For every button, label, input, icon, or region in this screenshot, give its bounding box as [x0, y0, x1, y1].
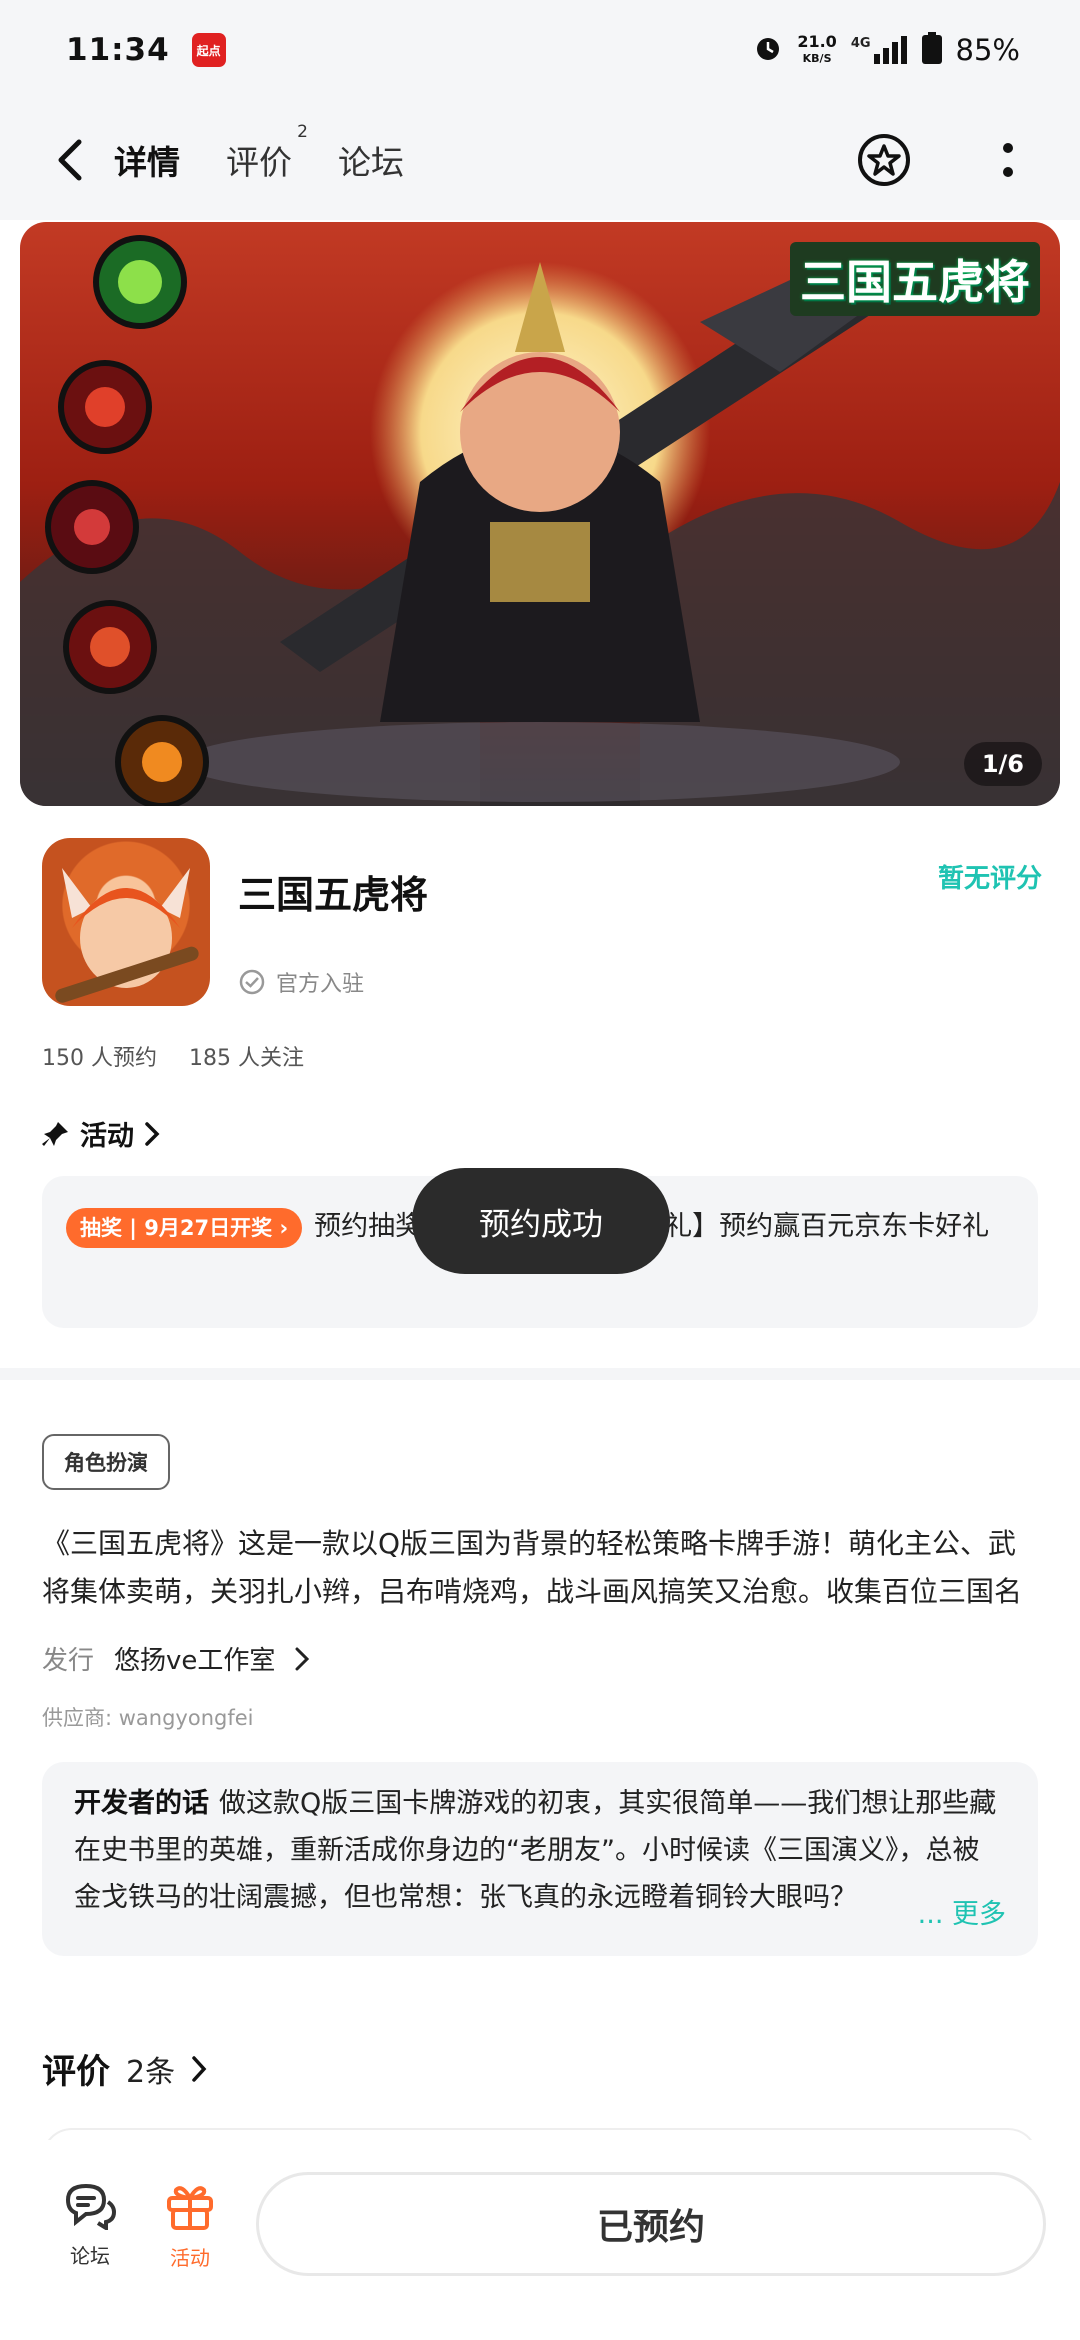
- tab-reviews[interactable]: 评价 2: [226, 122, 308, 184]
- official-badge: 官方入驻: [238, 966, 364, 998]
- supplier-info: 供应商: wangyongfei: [42, 1706, 254, 1730]
- lottery-date: 9月27日开奖: [144, 1215, 273, 1240]
- back-arrow-icon: [58, 139, 82, 181]
- tab-reviews-label: 评价: [226, 143, 292, 182]
- network-speed: 21.0 KB/S: [797, 34, 836, 66]
- tab-details[interactable]: 详情: [110, 136, 184, 184]
- verified-check-icon: [239, 969, 265, 995]
- developer-words-label: 开发者的话: [74, 1788, 209, 1819]
- lottery-badge: 抽奖 | 9月27日开奖 ›: [66, 1207, 303, 1248]
- activity-label: 活动: [170, 2246, 210, 2270]
- speed-unit: KB/S: [802, 52, 832, 65]
- more-link[interactable]: ... 更多: [911, 1891, 1006, 1938]
- back-button[interactable]: [40, 120, 100, 200]
- publisher-label: 发行: [42, 1646, 95, 1676]
- app-notification-icon: 起点: [191, 33, 226, 67]
- rating-status: 暂无评分: [937, 864, 1042, 894]
- battery-percent: 85%: [955, 33, 1020, 67]
- status-bar: 11:34 起点 21.0 KB/S 4G 85%: [0, 0, 1080, 100]
- tab-reviews-badge: 2: [297, 122, 308, 142]
- pin-icon: [42, 1121, 68, 1146]
- gift-icon: [167, 2186, 213, 2230]
- forum-label: 论坛: [70, 2244, 110, 2268]
- battery-icon: [921, 32, 942, 68]
- app-icon: [42, 838, 210, 1006]
- genre-tag[interactable]: 角色扮演: [42, 1434, 170, 1490]
- app-stats: 150 人预约 185 人关注: [42, 1040, 304, 1072]
- chevron-right-icon: [192, 2055, 207, 2082]
- activity-heading: 活动: [80, 1121, 134, 1152]
- signal-icon: 4G: [851, 36, 908, 64]
- tab-bar: 详情 评价 2 论坛: [110, 122, 404, 184]
- lottery-type: 抽奖: [80, 1215, 122, 1240]
- chevron-right-icon: [145, 1121, 160, 1146]
- reservation-count: 150 人预约: [42, 1046, 157, 1071]
- follower-count: 185 人关注: [189, 1046, 304, 1071]
- alarm-icon: [753, 33, 783, 67]
- reviews-count: 2条: [126, 2054, 176, 2090]
- speed-value: 21.0: [797, 32, 837, 51]
- chevron-right-icon: [295, 1647, 310, 1670]
- activity-header[interactable]: 活动: [42, 1114, 160, 1153]
- toast-message: 预约成功: [412, 1168, 670, 1274]
- game-description[interactable]: 《三国五虎将》这是一款以Q版三国为背景的轻松策略卡牌手游！萌化主公、武将集体卖萌…: [42, 1520, 1038, 1616]
- official-label: 官方入驻: [276, 972, 365, 997]
- tab-forum[interactable]: 论坛: [338, 136, 404, 184]
- reserved-button[interactable]: 已预约: [256, 2172, 1046, 2276]
- publisher-row[interactable]: 发行 悠扬ve工作室: [42, 1640, 310, 1677]
- developer-words-card[interactable]: 开发者的话 做这款Q版三国卡牌游戏的初衷，其实很简单——我们想让那些藏在史书里的英…: [42, 1762, 1038, 1956]
- section-divider: [0, 1368, 1080, 1380]
- screenshot-carousel[interactable]: 三国五虎将 1/6: [20, 222, 1060, 806]
- publisher-name: 悠扬ve工作室: [114, 1646, 276, 1676]
- more-label: 更多: [952, 1899, 1006, 1930]
- network-type: 4G: [850, 36, 871, 51]
- developer-words-text: 做这款Q版三国卡牌游戏的初衷，其实很简单——我们想让那些藏在史书里的英雄，重新活…: [74, 1788, 997, 1913]
- more-vertical-icon: [1003, 143, 1013, 177]
- app-info: 三国五虎将 官方入驻 暂无评分: [42, 838, 1042, 1008]
- reviews-title: 评价: [42, 2052, 110, 2092]
- top-navigation: 详情 评价 2 论坛: [0, 100, 1080, 220]
- more-options-button[interactable]: [976, 128, 1040, 192]
- star-icon: [858, 134, 910, 186]
- app-name: 三国五虎将: [238, 873, 429, 917]
- favorite-button[interactable]: [852, 128, 916, 192]
- activity-button[interactable]: 活动: [140, 2180, 240, 2271]
- forum-button[interactable]: 论坛: [40, 2180, 140, 2269]
- forum-chat-icon: [65, 2183, 117, 2230]
- reviews-header[interactable]: 评价 2条: [42, 2044, 207, 2093]
- carousel-counter: 1/6: [963, 742, 1042, 786]
- banner-game-title: 三国五虎将: [790, 242, 1040, 316]
- status-time: 11:34: [66, 32, 170, 68]
